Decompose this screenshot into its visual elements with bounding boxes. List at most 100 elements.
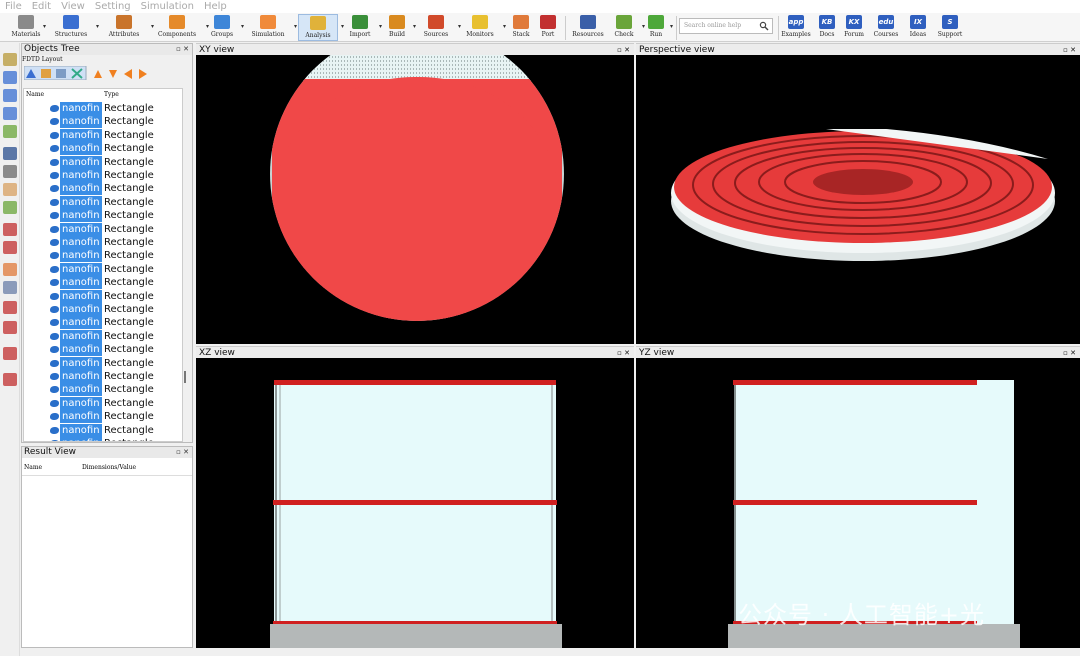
objects-tree-list[interactable]: Name Type nanofin Rectangle nanofin Rectang… — [23, 88, 183, 442]
search-online-help[interactable]: Search online help — [679, 18, 773, 34]
chevron-down-icon[interactable]: ▾ — [43, 23, 46, 30]
toolbar-simulation-button[interactable]: Simulation — [248, 14, 288, 41]
menu-view[interactable]: View — [56, 1, 90, 13]
tree-row[interactable]: nanofinRectangle — [24, 370, 182, 383]
menu-edit[interactable]: Edit — [27, 1, 56, 13]
tree-row[interactable]: nanofinRectangle — [24, 142, 182, 156]
materials-tool-icon[interactable] — [3, 53, 17, 66]
tree-row[interactable]: nanofinRectangle — [24, 115, 182, 129]
tree-row[interactable]: nanofinRectangle — [24, 410, 182, 424]
view-z-icon[interactable] — [3, 347, 17, 360]
chevron-down-icon[interactable]: ▾ — [670, 23, 673, 30]
tree-row[interactable]: nanofinRectangle — [24, 343, 182, 357]
tree-row[interactable]: nanofinRectangle — [24, 356, 182, 370]
tree-row[interactable]: nanofinRectangle — [24, 383, 182, 397]
array-tool-icon[interactable] — [3, 107, 17, 120]
move-right-icon[interactable] — [139, 69, 147, 79]
ruler-icon[interactable] — [3, 223, 17, 236]
layout-icon[interactable] — [3, 281, 17, 294]
menu-file[interactable]: File — [0, 1, 27, 13]
move-left-icon[interactable] — [124, 69, 132, 79]
col-type-header[interactable]: Type — [104, 91, 119, 98]
toolbar-components-button[interactable]: Components — [157, 14, 197, 41]
tree-row[interactable]: nanofinRectangle — [24, 195, 182, 209]
support-icon: S — [942, 15, 958, 29]
zoom-icon[interactable] — [3, 165, 17, 178]
tree-row[interactable]: nanofinRectangle — [24, 437, 182, 441]
view-x-icon[interactable] — [3, 301, 17, 314]
tree-row[interactable]: nanofinRectangle — [24, 276, 182, 290]
grid-icon[interactable] — [3, 201, 17, 214]
tree-row[interactable]: nanofinRectangle — [24, 209, 182, 223]
tree-row[interactable]: nanofinRectangle — [24, 128, 182, 142]
crosshair-icon[interactable] — [3, 241, 17, 254]
toolbar-monitors-button[interactable]: Monitors — [460, 14, 500, 41]
toolbar-analysis-button[interactable]: Analysis — [298, 14, 338, 41]
check-icon — [616, 15, 632, 29]
tree-row[interactable]: nanofinRectangle — [24, 102, 182, 115]
result-col-name[interactable]: Name — [24, 464, 42, 471]
search-icon[interactable] — [759, 21, 769, 31]
toolbar-attributes-button[interactable]: Attributes — [104, 14, 144, 41]
tree-row-name: nanofin — [60, 102, 102, 115]
xz-viewport[interactable] — [196, 358, 634, 648]
tree-row[interactable]: nanofinRectangle — [24, 262, 182, 276]
tree-row[interactable]: nanofinRectangle — [24, 236, 182, 249]
menu-simulation[interactable]: Simulation — [136, 1, 199, 13]
structure-icon — [50, 118, 59, 126]
tree-row-type: Rectangle — [104, 397, 154, 409]
prism-tool-icon[interactable] — [3, 89, 17, 102]
trash-icon[interactable] — [3, 125, 17, 138]
result-col-value[interactable]: Dimensions/Value — [82, 464, 136, 471]
toolbar-build-button[interactable]: Build — [377, 14, 417, 41]
tree-row-name: nanofin — [60, 303, 102, 316]
toolbar-structures-button[interactable]: Structures — [51, 14, 91, 41]
tree-row[interactable]: nanofinRectangle — [24, 289, 182, 303]
pan-hand-icon[interactable] — [3, 183, 17, 196]
resources-icon — [580, 15, 596, 29]
tree-row-type: Rectangle — [104, 277, 154, 289]
tree-scrollbar-thumb[interactable] — [184, 371, 186, 383]
panel-float-close-icon[interactable]: ▫ ✕ — [176, 44, 189, 55]
tree-row[interactable]: nanofinRectangle — [24, 303, 182, 316]
tree-row[interactable]: nanofinRectangle — [24, 169, 182, 182]
chevron-down-icon[interactable]: ▾ — [151, 23, 154, 30]
triangle-tool-icon[interactable] — [3, 71, 17, 84]
structure-icon — [50, 332, 59, 340]
tree-row-name: nanofin — [60, 396, 102, 410]
col-name-header[interactable]: Name — [26, 91, 44, 98]
tree-row[interactable]: nanofinRectangle — [24, 182, 182, 196]
tree-edit-icon[interactable] — [56, 69, 66, 78]
mesh-icon[interactable] — [3, 263, 17, 276]
perspective-viewport[interactable] — [636, 55, 1080, 344]
toolbar-resources-button[interactable]: Resources — [568, 14, 608, 41]
tree-row[interactable]: nanofinRectangle — [24, 396, 182, 410]
chevron-down-icon[interactable]: ▾ — [241, 23, 244, 30]
tree-row-name: nanofin — [60, 236, 102, 249]
menu-help[interactable]: Help — [199, 1, 232, 13]
select-arrow-icon[interactable] — [3, 147, 17, 160]
structure-icon — [50, 359, 59, 367]
tree-row[interactable]: nanofinRectangle — [24, 155, 182, 169]
tree-group-icon[interactable] — [41, 69, 51, 78]
move-up-icon[interactable] — [94, 70, 102, 78]
toolbar-support-button[interactable]: S Support — [930, 14, 970, 41]
xy-viewport[interactable] — [196, 55, 634, 344]
chevron-down-icon[interactable]: ▾ — [294, 23, 297, 30]
toolbar-materials-button[interactable]: Materials — [6, 14, 46, 41]
toolbar-sources-button[interactable]: Sources — [416, 14, 456, 41]
chevron-down-icon[interactable]: ▾ — [96, 23, 99, 30]
tree-row[interactable]: nanofinRectangle — [24, 249, 182, 263]
tree-row[interactable]: nanofinRectangle — [24, 423, 182, 437]
toolbar-import-button[interactable]: Import — [340, 14, 380, 41]
move-down-icon[interactable] — [109, 70, 117, 78]
menu-setting[interactable]: Setting — [90, 1, 136, 13]
view-yz-icon[interactable] — [3, 373, 17, 386]
result-float-close-icon[interactable]: ▫ ✕ — [176, 447, 189, 458]
toolbar-groups-button[interactable]: Groups — [202, 14, 242, 41]
tree-row[interactable]: nanofinRectangle — [24, 222, 182, 236]
tree-row[interactable]: nanofinRectangle — [24, 316, 182, 330]
toolbar-port-button[interactable]: Port — [528, 14, 568, 41]
tree-row[interactable]: nanofinRectangle — [24, 329, 182, 343]
view-y-icon[interactable] — [3, 321, 17, 334]
